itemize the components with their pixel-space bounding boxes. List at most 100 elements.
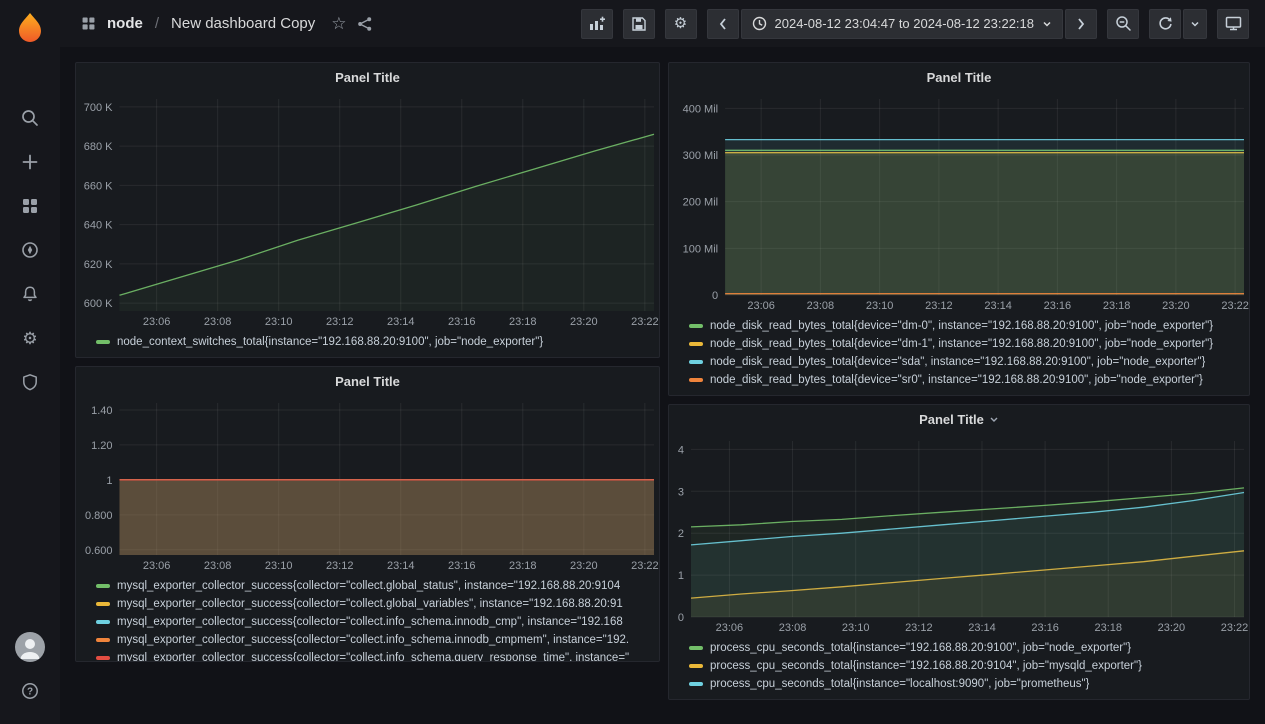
svg-text:23:12: 23:12 — [326, 560, 354, 572]
search-icon — [20, 108, 40, 128]
legend-item[interactable]: mysql_exporter_collector_success{collect… — [96, 613, 651, 631]
plus-icon — [20, 152, 40, 172]
time-shift-back-button[interactable] — [707, 9, 739, 39]
refresh-interval-dropdown[interactable] — [1183, 9, 1207, 39]
legend-item[interactable]: node_disk_read_bytes_total{device="sda",… — [689, 353, 1241, 371]
legend-item[interactable]: process_cpu_seconds_total{instance="loca… — [689, 675, 1241, 693]
svg-text:600 K: 600 K — [84, 298, 113, 310]
svg-text:23:16: 23:16 — [448, 316, 476, 328]
sidebar-item-dashboards[interactable] — [0, 184, 60, 228]
breadcrumb-folder[interactable]: node — [107, 15, 143, 32]
panel-header[interactable]: Panel Title — [76, 63, 659, 91]
svg-text:400 Mil: 400 Mil — [683, 103, 718, 115]
svg-text:1.40: 1.40 — [91, 405, 112, 417]
svg-text:23:16: 23:16 — [448, 560, 476, 572]
legend: process_cpu_seconds_total{instance="192.… — [669, 637, 1249, 699]
chevron-down-icon — [1190, 20, 1200, 28]
series-color-swatch — [689, 360, 703, 364]
save-icon — [631, 16, 647, 32]
series-label: node_disk_read_bytes_total{device="sr0",… — [710, 374, 1203, 386]
refresh-button[interactable] — [1149, 9, 1181, 39]
series-color-swatch — [689, 682, 703, 686]
share-icon[interactable] — [357, 16, 373, 32]
legend-item[interactable]: mysql_exporter_collector_success{collect… — [96, 649, 651, 661]
chevron-right-icon — [1076, 17, 1086, 31]
series-label: node_disk_read_bytes_total{device="dm-0"… — [710, 320, 1213, 332]
navbar-actions: ⚙ 2024-08-12 23:04:47 to 2024-08-12 23:2… — [581, 9, 1250, 39]
svg-text:2: 2 — [678, 528, 684, 540]
svg-text:23:10: 23:10 — [842, 622, 870, 634]
svg-text:23:10: 23:10 — [265, 560, 293, 572]
star-icon[interactable]: ☆ — [331, 15, 346, 32]
zoom-out-button[interactable] — [1107, 9, 1139, 39]
apps-grid-icon[interactable] — [80, 15, 97, 32]
svg-text:1: 1 — [678, 570, 684, 582]
panel-context-switches: Panel Title 600 K620 K640 K660 K680 K700… — [75, 62, 660, 358]
svg-text:23:22: 23:22 — [631, 316, 659, 328]
series-color-swatch — [96, 584, 110, 588]
legend[interactable]: mysql_exporter_collector_success{collect… — [76, 575, 659, 661]
chart-canvas[interactable]: 0.6000.80011.201.4023:0623:0823:1023:122… — [76, 395, 659, 575]
svg-text:23:08: 23:08 — [204, 316, 232, 328]
svg-text:?: ? — [27, 687, 33, 698]
time-range-picker[interactable]: 2024-08-12 23:04:47 to 2024-08-12 23:22:… — [741, 9, 1064, 39]
svg-text:23:06: 23:06 — [143, 316, 171, 328]
sidebar-item-alerting[interactable] — [0, 272, 60, 316]
legend-item[interactable]: node_disk_read_bytes_total{device="sr0",… — [689, 371, 1241, 389]
legend-item[interactable]: node_context_switches_total{instance="19… — [96, 333, 651, 351]
series-label: process_cpu_seconds_total{instance="loca… — [710, 678, 1089, 690]
legend-item[interactable]: process_cpu_seconds_total{instance="192.… — [689, 657, 1241, 675]
bell-icon — [20, 284, 40, 304]
svg-text:23:20: 23:20 — [1162, 300, 1190, 312]
svg-text:23:18: 23:18 — [1103, 300, 1131, 312]
series-label: node_disk_read_bytes_total{device="dm-1"… — [710, 338, 1213, 350]
legend-item[interactable]: process_cpu_seconds_total{instance="192.… — [689, 639, 1241, 657]
series-color-swatch — [689, 324, 703, 328]
sidebar-item-help[interactable]: ? — [0, 676, 60, 706]
dashboards-grid-icon — [20, 196, 40, 216]
series-color-swatch — [96, 602, 110, 606]
sidebar-item-explore[interactable] — [0, 228, 60, 272]
save-dashboard-button[interactable] — [623, 9, 655, 39]
sidebar-nav: ⚙ — [0, 96, 60, 404]
breadcrumb-title[interactable]: New dashboard Copy — [171, 15, 315, 32]
gear-icon: ⚙ — [22, 330, 37, 347]
svg-text:300 Mil: 300 Mil — [683, 150, 718, 162]
zoom-out-icon — [1115, 15, 1132, 32]
series-color-swatch — [689, 342, 703, 346]
svg-text:23:14: 23:14 — [387, 316, 415, 328]
svg-text:1.20: 1.20 — [91, 440, 112, 452]
sidebar-item-search[interactable] — [0, 96, 60, 140]
grafana-logo[interactable] — [15, 8, 45, 48]
svg-text:700 K: 700 K — [84, 102, 113, 114]
chevron-left-icon — [718, 17, 728, 31]
sidebar-item-configuration[interactable]: ⚙ — [0, 316, 60, 360]
series-color-swatch — [689, 664, 703, 668]
time-picker-group: 2024-08-12 23:04:47 to 2024-08-12 23:22:… — [707, 9, 1098, 39]
panel-header[interactable]: Panel Title — [76, 367, 659, 395]
chart-canvas[interactable]: 0100 Mil200 Mil300 Mil400 Mil23:0623:082… — [669, 91, 1249, 315]
legend-item[interactable]: node_disk_read_bytes_total{device="dm-0"… — [689, 317, 1241, 335]
svg-text:23:06: 23:06 — [143, 560, 171, 572]
legend: node_context_switches_total{instance="19… — [76, 331, 659, 357]
legend-item[interactable]: mysql_exporter_collector_success{collect… — [96, 577, 651, 595]
cycle-view-button[interactable] — [1217, 9, 1249, 39]
avatar[interactable] — [15, 632, 45, 662]
panel-header[interactable]: Panel Title — [669, 63, 1249, 91]
sidebar-item-server-admin[interactable] — [0, 360, 60, 404]
panel-header[interactable]: Panel Title — [669, 405, 1249, 433]
legend-item[interactable]: node_disk_read_bytes_total{device="dm-1"… — [689, 335, 1241, 353]
chart-canvas[interactable]: 0123423:0623:0823:1023:1223:1423:1623:18… — [669, 433, 1249, 637]
svg-text:0.800: 0.800 — [85, 510, 113, 522]
chart-canvas[interactable]: 600 K620 K640 K660 K680 K700 K23:0623:08… — [76, 91, 659, 331]
time-shift-forward-button[interactable] — [1065, 9, 1097, 39]
svg-text:23:16: 23:16 — [1031, 622, 1059, 634]
sidebar-item-create[interactable] — [0, 140, 60, 184]
chevron-down-icon — [1042, 20, 1052, 28]
svg-text:23:22: 23:22 — [1221, 300, 1249, 312]
svg-text:23:18: 23:18 — [1094, 622, 1122, 634]
dashboard-settings-button[interactable]: ⚙ — [665, 9, 697, 39]
legend-item[interactable]: mysql_exporter_collector_success{collect… — [96, 631, 651, 649]
legend-item[interactable]: mysql_exporter_collector_success{collect… — [96, 595, 651, 613]
add-panel-button[interactable] — [581, 9, 613, 39]
